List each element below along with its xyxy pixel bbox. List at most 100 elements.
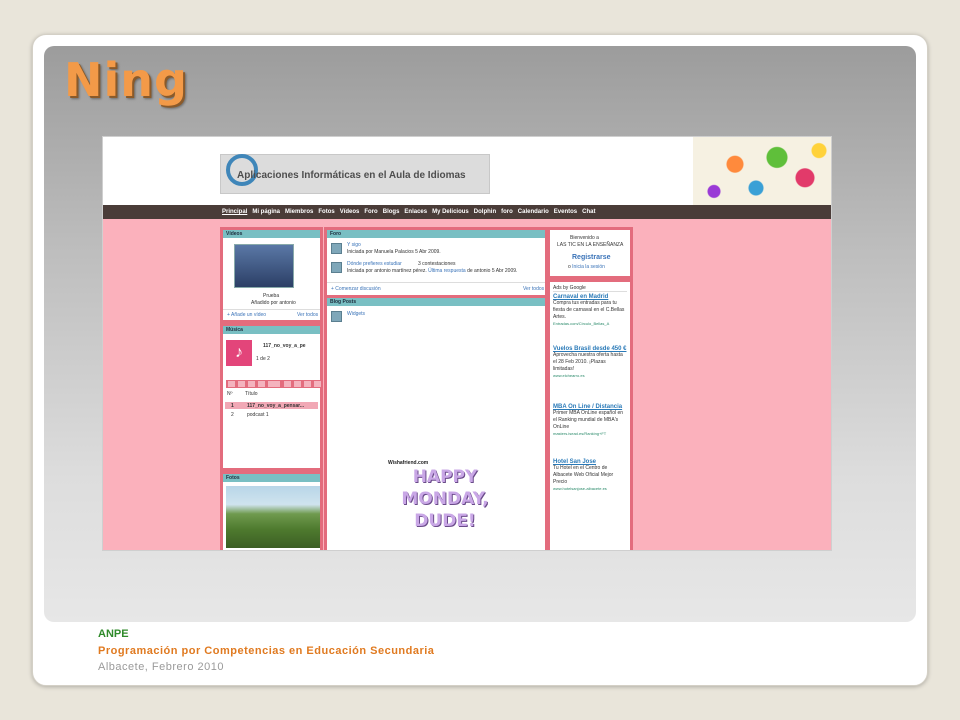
register-link[interactable]: Registrarse [572, 254, 611, 261]
prev-button[interactable] [228, 381, 235, 387]
blog-post-title[interactable]: Widgets [347, 311, 365, 317]
google-ads-box: Ads by Google Carnaval en Madrid Compra … [550, 282, 630, 550]
forum-box: Foro Y sigo Iniciada por Manuela Palacio… [327, 230, 545, 295]
photos-header: Fotos [223, 474, 320, 482]
divider [553, 291, 627, 292]
music-row-num: 1 [231, 403, 234, 409]
nav-item-miembros[interactable]: Miembros [285, 209, 313, 215]
nav-item-chat[interactable]: Chat [582, 209, 595, 215]
site-logo-text: Aplicaciones Informáticas en el Aula de … [237, 170, 466, 181]
forum-meta-suffix: de antonio 5 Abr 2009. [467, 268, 518, 274]
nav-item-foro[interactable]: Foro [364, 209, 377, 215]
ad-url[interactable]: www.elchearro.es [553, 373, 627, 378]
divider [327, 282, 545, 283]
ning-nav-bar: Principal Mi página Miembros Fotos Vídeo… [103, 205, 831, 219]
slide-title: Ning [64, 53, 188, 107]
left-column: Vídeos Prueba Añadido por antonio + Añad… [220, 227, 323, 550]
happy-line-1: HAPPY [412, 467, 478, 487]
music-row[interactable]: 2 podcast 1 [225, 411, 318, 418]
forum-header: Foro [327, 230, 545, 238]
add-video-link[interactable]: + Añade un vídeo [227, 312, 266, 318]
nav-item-foro-2[interactable]: foro [501, 209, 513, 215]
music-row-selected[interactable]: 1 117_no_voy_a_pensar... [225, 402, 318, 409]
nav-item-fotos[interactable]: Fotos [318, 209, 334, 215]
nav-item-eventos[interactable]: Eventos [554, 209, 577, 215]
add-track-button[interactable] [314, 381, 321, 387]
happy-line-3: DUDE! [414, 511, 476, 531]
next-button[interactable] [248, 381, 255, 387]
nav-item-my-delicious[interactable]: My Delicious [432, 209, 469, 215]
ad-item[interactable]: Carnaval en Madrid Compra tus entradas p… [553, 294, 627, 326]
start-discussion-link[interactable]: + Comenzar discusión [331, 286, 381, 292]
ad-url[interactable]: Entradas.com/Circulo_Bellas_A [553, 321, 627, 326]
forum-topic-title[interactable]: Y sigo [347, 242, 361, 248]
login-link[interactable]: Inicia la sesión [572, 264, 605, 270]
nav-item-calendario[interactable]: Calendario [518, 209, 549, 215]
ad-body: Primer MBA OnLine español en el Ranking … [553, 410, 624, 430]
music-col-num: Nº [227, 391, 233, 397]
ad-body: Aprovecha nuestra oferta hasta el 28 Feb… [553, 352, 623, 372]
forum-topic-replies: 3 contestaciones [418, 261, 456, 267]
nav-item-dolphin[interactable]: Dolphin [474, 209, 496, 215]
play-button[interactable] [238, 381, 245, 387]
music-track-count: 1 de 2 [256, 356, 270, 362]
forum-see-all-link[interactable]: Ver todos [523, 286, 544, 292]
welcome-line-1: Bienvenido a [570, 235, 599, 241]
footer-place-date: Albacete, Febrero 2010 [98, 661, 224, 673]
happy-monday-image[interactable]: HAPPY MONDAY, DUDE! [390, 466, 500, 548]
ad-url[interactable]: masters.isead.es/Ranking+FT [553, 431, 627, 436]
videos-header: Vídeos [223, 230, 320, 238]
video-thumbnail[interactable] [234, 244, 294, 288]
avatar[interactable] [331, 243, 342, 254]
ad-item[interactable]: MBA On Line / Distancia Primer MBA OnLin… [553, 404, 627, 436]
forum-topic-meta: Iniciada por Manuela Palacios 5 Abr 2009… [347, 249, 441, 255]
photo-thumbnail[interactable] [226, 486, 320, 548]
ad-item[interactable]: Hotel San Jose Tu Hotel en el Centro de … [553, 459, 627, 491]
nav-item-principal[interactable]: Principal [222, 209, 247, 215]
footer-course: Programación por Competencias en Educaci… [98, 645, 435, 657]
forum-topic-title[interactable]: Dónde prefieres estudiar [347, 261, 402, 267]
blog-posts-box: Blog Posts Widgets Wishafriend.com HAPPY… [327, 298, 545, 550]
floral-decoration [693, 137, 831, 205]
forum-meta-prefix: Iniciada por antonio martínez pérez. [347, 268, 427, 274]
welcome-box: Bienvenido a LAS TIC EN LA ENSEÑANZA Reg… [550, 230, 630, 276]
music-player-controls [226, 380, 322, 388]
stop-button[interactable] [258, 381, 265, 387]
video-added-by: Añadido por antonio [251, 300, 296, 306]
volume-slider[interactable] [268, 381, 280, 387]
repeat-button[interactable] [294, 381, 301, 387]
music-col-title: Título [245, 391, 258, 397]
music-note-icon: ♪ [226, 340, 252, 366]
avatar[interactable] [331, 311, 342, 322]
nav-item-enlaces[interactable]: Enlaces [404, 209, 427, 215]
shuffle-button[interactable] [284, 381, 291, 387]
happy-line-2: MONDAY, [401, 489, 489, 509]
music-track-name: 117_no_voy_a_pe [263, 343, 306, 349]
avatar[interactable] [331, 262, 342, 273]
music-row-title: 117_no_voy_a_pensar... [247, 403, 304, 409]
videos-box: Vídeos Prueba Añadido por antonio + Añad… [223, 230, 320, 320]
ning-header: Aplicaciones Informáticas en el Aula de … [103, 137, 831, 205]
music-box: Música ♪ 117_no_voy_a_pe 1 de 2 Nº Títul… [223, 326, 322, 468]
nav-item-blogs[interactable]: Blogs [383, 209, 400, 215]
nav-item-mi-pagina[interactable]: Mi página [252, 209, 280, 215]
divider [223, 309, 320, 310]
login-prefix: o [568, 264, 571, 270]
nav-item-videos[interactable]: Vídeos [340, 209, 360, 215]
ad-body: Tu Hotel en el Centro de Albacete Web Of… [553, 465, 614, 485]
ad-url[interactable]: www.hotelsanjose-albacete.es [553, 486, 627, 491]
video-title[interactable]: Prueba [263, 293, 279, 299]
forum-last-reply-link[interactable]: Última respuesta [428, 268, 466, 274]
right-column: Bienvenido a LAS TIC EN LA ENSEÑANZA Reg… [547, 227, 633, 550]
middle-column: Foro Y sigo Iniciada por Manuela Palacio… [324, 227, 547, 550]
music-header: Música [223, 326, 320, 334]
nav-items: Principal Mi página Miembros Fotos Vídeo… [222, 205, 595, 219]
ad-item[interactable]: Vuelos Brasil desde 450 € Aprovecha nues… [553, 346, 627, 378]
blog-posts-header: Blog Posts [327, 298, 545, 306]
login-line: o Inicia la sesión [568, 264, 605, 270]
music-row-num: 2 [231, 412, 234, 418]
videos-see-all-link[interactable]: Ver todos [297, 312, 318, 318]
music-row-title: podcast 1 [247, 412, 269, 418]
footer-org: ANPE [98, 628, 129, 640]
playlist-button[interactable] [304, 381, 311, 387]
